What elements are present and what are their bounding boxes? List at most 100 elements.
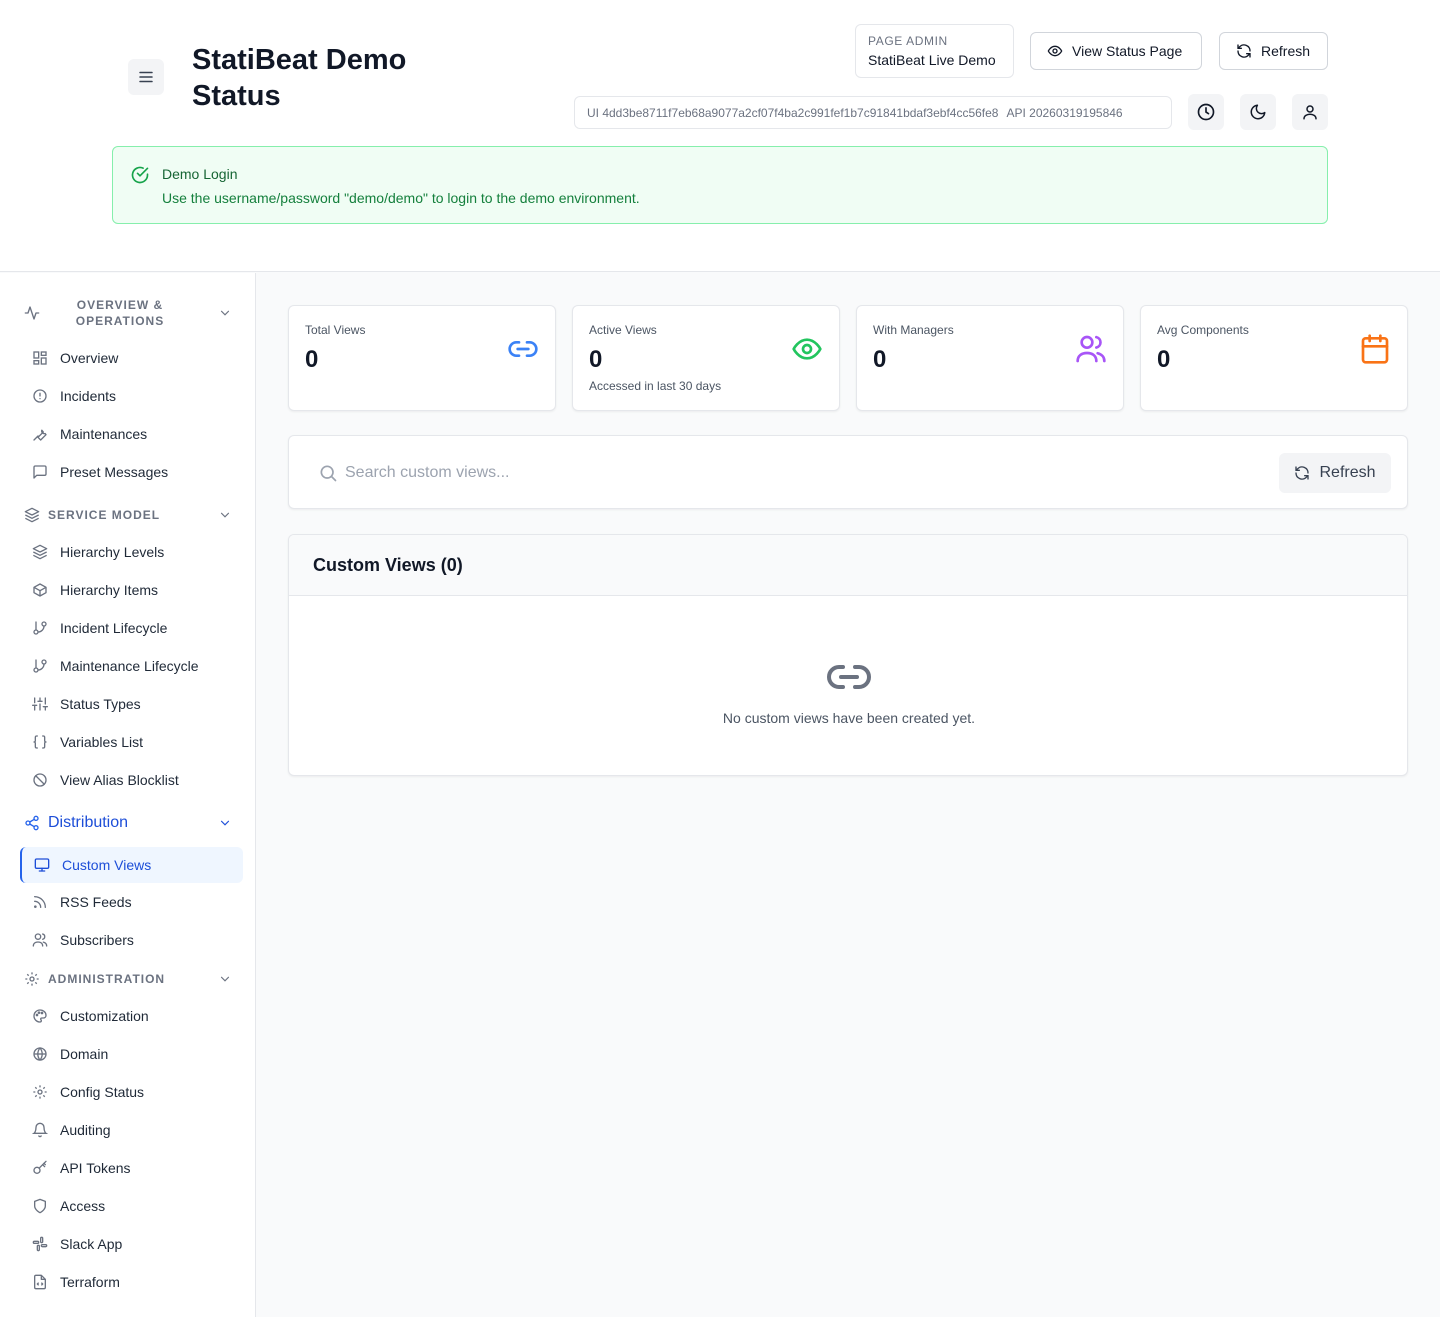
menu-toggle-button[interactable]: [128, 59, 164, 95]
sidebar-item-config-status[interactable]: Config Status: [20, 1074, 243, 1110]
bell-icon: [32, 1122, 48, 1138]
gear-icon: [25, 972, 39, 986]
layers-icon: [24, 507, 40, 523]
search-refresh-button[interactable]: Refresh: [1279, 453, 1391, 493]
sidebar-item-preset-messages[interactable]: Preset Messages: [20, 454, 243, 490]
gear-icon: [33, 1085, 47, 1099]
notice-text: Use the username/password "demo/demo" to…: [162, 190, 640, 206]
ban-icon: [33, 773, 47, 787]
sidebar-item-maintenances[interactable]: Maintenances: [20, 416, 243, 452]
stat-subtext: Accessed in last 30 days: [589, 379, 722, 393]
sidebar-item-label: API Tokens: [60, 1160, 131, 1176]
ui-version: UI 4dd3be8711f7eb68a9077a2cf07f4ba2c991f…: [587, 105, 999, 120]
calendar-icon: [1361, 334, 1389, 364]
sidebar-item-label: Incident Lifecycle: [60, 620, 168, 636]
sidebar-item-hierarchy-items[interactable]: Hierarchy Items: [20, 572, 243, 608]
section-administration[interactable]: ADMINISTRATION: [24, 970, 232, 988]
sidebar-item-custom-views[interactable]: Custom Views: [20, 847, 243, 883]
sidebar-item-incident-lifecycle[interactable]: Incident Lifecycle: [20, 610, 243, 646]
stat-value: 0: [1157, 346, 1171, 373]
notice-title: Demo Login: [162, 166, 238, 182]
shield-icon: [34, 1198, 46, 1214]
page-title: StatiBeat Demo Status: [192, 44, 407, 112]
section-label: Distribution: [48, 814, 129, 831]
sidebar-item-domain[interactable]: Domain: [20, 1036, 243, 1072]
check-circle-icon: [131, 166, 149, 184]
api-version: API 20260319195846: [1006, 105, 1123, 120]
sidebar-item-label: Custom Views: [62, 857, 152, 873]
alert-circle-icon: [33, 389, 47, 403]
sidebar-item-terraform[interactable]: Terraform: [20, 1264, 243, 1300]
sidebar-item-label: Subscribers: [60, 932, 134, 948]
globe-icon: [33, 1046, 47, 1062]
history-button[interactable]: [1188, 94, 1224, 130]
eye-icon: [1047, 45, 1063, 57]
user-icon: [1303, 105, 1317, 120]
sidebar-item-label: Slack App: [60, 1236, 123, 1252]
palette-icon: [33, 1009, 47, 1023]
view-status-page-label: View Status Page: [1072, 43, 1183, 59]
users-icon: [1076, 335, 1106, 363]
search-icon: [320, 465, 337, 482]
layers-icon: [32, 544, 48, 560]
stat-card-total-views: Total Views 0: [288, 305, 556, 411]
sidebar-item-customization[interactable]: Customization: [20, 998, 243, 1034]
rss-icon: [34, 896, 46, 908]
stat-label: Avg Components: [1157, 323, 1249, 337]
sidebar-item-label: Terraform: [60, 1274, 120, 1290]
custom-views-title: Custom Views (0): [289, 535, 1407, 596]
chevron-down-icon: [220, 820, 230, 826]
section-overview-operations[interactable]: OVERVIEW & OPERATIONS: [24, 297, 232, 329]
users-icon: [32, 933, 48, 947]
view-status-page-button[interactable]: View Status Page: [1030, 32, 1202, 70]
sliders-icon: [32, 697, 48, 711]
sidebar-item-hierarchy-levels[interactable]: Hierarchy Levels: [20, 534, 243, 570]
sidebar-item-variables-list[interactable]: Variables List: [20, 724, 243, 760]
sidebar-item-label: Preset Messages: [60, 464, 169, 480]
stat-label: Active Views: [589, 323, 657, 337]
sidebar-item-label: Variables List: [60, 734, 144, 750]
search-refresh-label: Refresh: [1319, 464, 1376, 481]
section-distribution[interactable]: Distribution: [24, 813, 232, 833]
demo-login-notice: Demo Login Use the username/password "de…: [112, 146, 1328, 224]
clock-icon: [1197, 103, 1215, 121]
sidebar-item-slack-app[interactable]: Slack App: [20, 1226, 243, 1262]
sidebar-item-label: Overview: [60, 350, 119, 366]
stat-card-with-managers: With Managers 0: [856, 305, 1124, 411]
sidebar-item-access[interactable]: Access: [20, 1188, 243, 1224]
grid-icon: [33, 351, 47, 365]
link-icon: [508, 341, 538, 357]
share-icon: [25, 815, 39, 831]
section-service-model[interactable]: SERVICE MODEL: [24, 506, 232, 524]
header-refresh-button[interactable]: Refresh: [1219, 32, 1328, 70]
sidebar-item-label: Incidents: [60, 388, 117, 404]
sidebar-item-label: View Alias Blocklist: [60, 772, 179, 788]
sidebar-item-rss-feeds[interactable]: RSS Feeds: [20, 884, 243, 920]
page-admin-selector[interactable]: PAGE ADMIN StatiBeat Live Demo: [855, 24, 1014, 78]
theme-toggle-button[interactable]: [1240, 94, 1276, 130]
sidebar-item-status-types[interactable]: Status Types: [20, 686, 243, 722]
sidebar-item-label: Access: [60, 1198, 106, 1214]
sidebar-item-view-alias-blocklist[interactable]: View Alias Blocklist: [20, 762, 243, 798]
header-refresh-label: Refresh: [1261, 43, 1311, 59]
sidebar: OVERVIEW & OPERATIONS Overview Incidents…: [0, 273, 256, 1317]
sidebar-item-incidents[interactable]: Incidents: [20, 378, 243, 414]
wrench-icon: [33, 429, 47, 441]
braces-icon: [33, 735, 47, 749]
sidebar-item-api-tokens[interactable]: API Tokens: [20, 1150, 243, 1186]
chevron-down-icon: [220, 512, 230, 518]
sidebar-item-label: Hierarchy Items: [60, 582, 159, 598]
chevron-down-icon: [220, 310, 230, 316]
sidebar-item-auditing[interactable]: Auditing: [20, 1112, 243, 1148]
stat-label: Total Views: [305, 323, 366, 337]
sidebar-item-label: Hierarchy Levels: [60, 544, 165, 560]
key-icon: [33, 1160, 47, 1174]
page-admin-label: PAGE ADMIN: [868, 34, 948, 48]
sidebar-item-maintenance-lifecycle[interactable]: Maintenance Lifecycle: [20, 648, 243, 684]
sidebar-item-subscribers[interactable]: Subscribers: [20, 922, 243, 958]
sidebar-item-label: Config Status: [60, 1084, 145, 1100]
sidebar-item-overview[interactable]: Overview: [20, 340, 243, 376]
user-menu-button[interactable]: [1292, 94, 1328, 130]
search-card: Refresh: [288, 435, 1408, 509]
search-input[interactable]: [345, 456, 1245, 490]
